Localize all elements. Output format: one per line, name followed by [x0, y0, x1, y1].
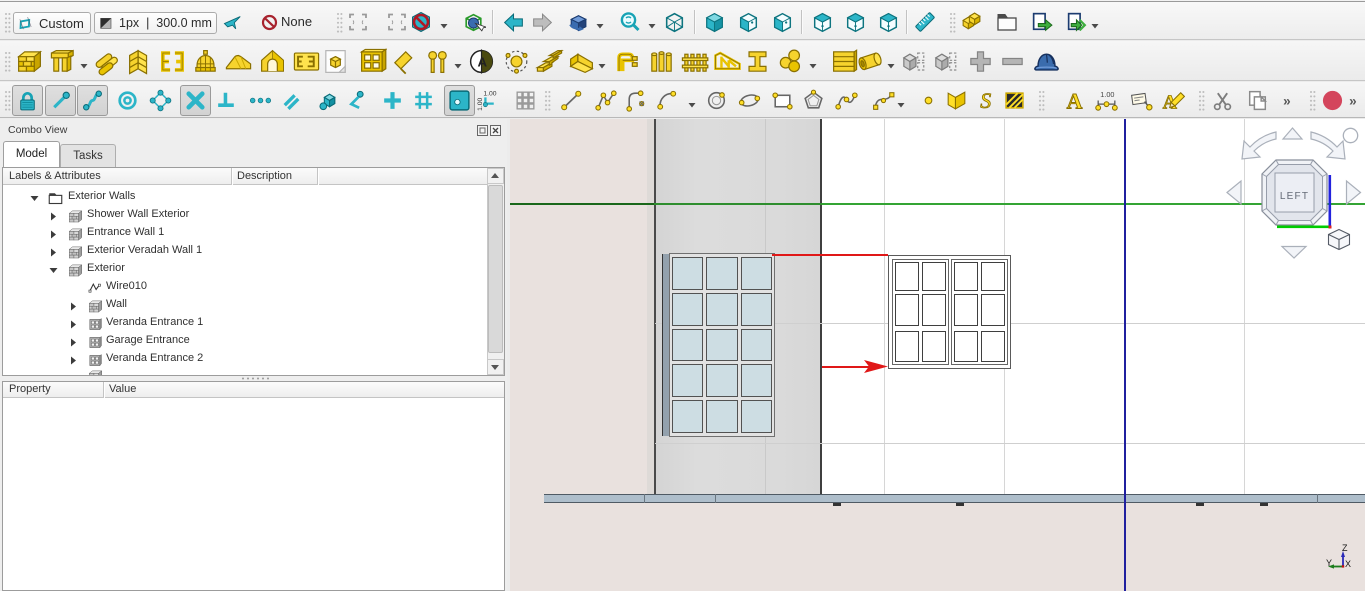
svg-text:LEFT: LEFT — [1280, 191, 1309, 202]
svg-text:X: X — [1345, 559, 1351, 569]
